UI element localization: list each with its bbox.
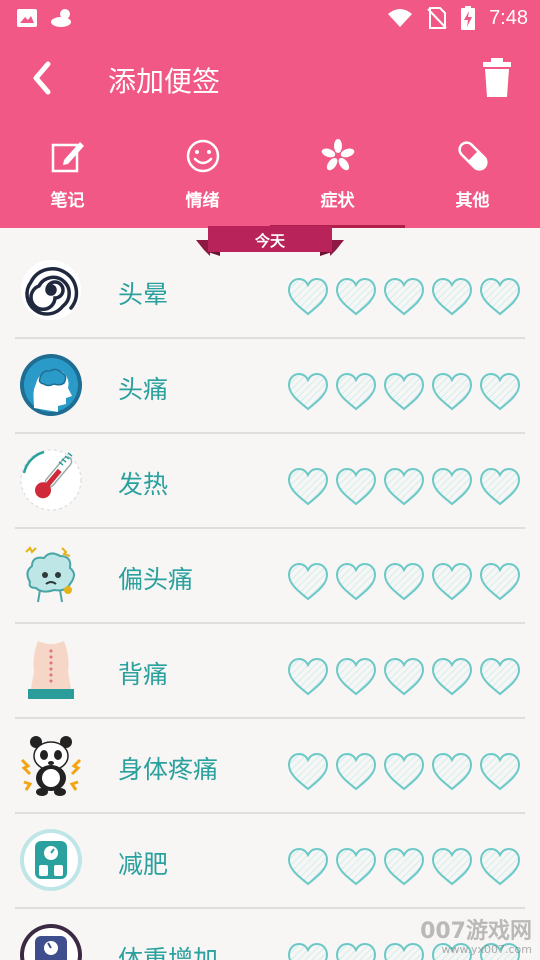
symptom-list: 头晕 头痛 发热 偏头痛 背痛 身体疼痛 减肥 体重增加 [0, 244, 540, 960]
scale-gain-icon [20, 924, 82, 960]
heart-icon[interactable] [479, 372, 521, 412]
heart-icon[interactable] [479, 847, 521, 887]
heart-icon[interactable] [287, 467, 329, 507]
heart-icon[interactable] [383, 372, 425, 412]
heart-icon[interactable] [287, 277, 329, 317]
heart-icon[interactable] [287, 562, 329, 602]
severity-rating [287, 277, 521, 317]
heart-icon[interactable] [335, 752, 377, 792]
heart-icon[interactable] [479, 657, 521, 697]
heart-icon[interactable] [335, 847, 377, 887]
tab-symptoms[interactable]: 症状 [270, 132, 405, 228]
heart-icon[interactable] [383, 562, 425, 602]
back-button[interactable] [26, 58, 58, 98]
heart-icon[interactable] [431, 657, 473, 697]
note-edit-icon [51, 142, 84, 173]
migraine-brain-icon [25, 546, 75, 603]
chevron-left-icon [33, 61, 51, 95]
severity-rating [287, 562, 521, 602]
heart-icon[interactable] [335, 372, 377, 412]
symptom-label: 头痛 [118, 375, 169, 404]
heart-icon[interactable] [287, 752, 329, 792]
dizzy-spiral-icon [21, 260, 81, 320]
symptom-label: 发热 [118, 470, 169, 499]
flower-icon [321, 139, 354, 171]
list-item[interactable]: 减肥 [0, 814, 540, 909]
heart-icon[interactable] [479, 467, 521, 507]
delete-button[interactable] [480, 58, 514, 98]
heart-icon[interactable] [287, 942, 329, 960]
list-item[interactable]: 发热 [0, 434, 540, 529]
heart-icon[interactable] [287, 372, 329, 412]
heart-icon[interactable] [431, 752, 473, 792]
heart-icon[interactable] [335, 562, 377, 602]
heart-icon[interactable] [335, 277, 377, 317]
heart-icon[interactable] [479, 277, 521, 317]
symptom-label: 偏头痛 [118, 565, 194, 594]
trash-icon [483, 58, 511, 97]
symptom-label: 减肥 [118, 850, 169, 879]
heart-icon[interactable] [479, 752, 521, 792]
heart-icon[interactable] [431, 562, 473, 602]
heart-icon[interactable] [479, 562, 521, 602]
heart-icon[interactable] [431, 847, 473, 887]
battery-charging-icon [461, 6, 476, 30]
heart-icon[interactable] [335, 657, 377, 697]
tab-mood[interactable]: 情绪 [135, 132, 270, 228]
heart-icon[interactable] [287, 657, 329, 697]
scale-loss-icon [20, 829, 82, 891]
symptom-label: 背痛 [118, 660, 169, 689]
heart-icon[interactable] [431, 467, 473, 507]
heart-icon[interactable] [431, 372, 473, 412]
severity-rating [287, 467, 521, 507]
list-item[interactable]: 头晕 [0, 244, 540, 339]
tab-label: 笔记 [50, 191, 85, 211]
heart-icon[interactable] [383, 657, 425, 697]
page-title: 添加便签 [108, 65, 221, 98]
symptom-label: 身体疼痛 [118, 755, 219, 784]
heart-icon[interactable] [335, 942, 377, 960]
watermark: 007游戏网 www.yx007.com [420, 913, 532, 956]
wifi-icon [388, 9, 413, 27]
toolbar: 添加便签 [0, 44, 540, 114]
severity-rating [287, 372, 521, 412]
heart-icon[interactable] [383, 752, 425, 792]
symptom-label: 体重增加 [118, 945, 219, 960]
symptom-label: 头晕 [118, 280, 169, 309]
status-bar: 7:48 [0, 0, 540, 36]
tab-label: 症状 [320, 191, 355, 211]
image-icon [17, 9, 37, 27]
list-item[interactable]: 背痛 [0, 624, 540, 719]
headache-brain-icon [20, 354, 82, 416]
category-tabs: 笔记 情绪 症状 其他 [0, 132, 540, 228]
severity-rating [287, 657, 521, 697]
pill-icon [457, 141, 488, 171]
tab-notes[interactable]: 笔记 [0, 132, 135, 228]
thermometer-icon [20, 449, 82, 511]
smiley-icon [186, 139, 219, 173]
app-header: 7:48 添加便签 笔记 情绪 症状 其他 [0, 0, 540, 228]
severity-rating [287, 752, 521, 792]
heart-icon[interactable] [383, 277, 425, 317]
heart-icon[interactable] [335, 467, 377, 507]
list-item[interactable]: 身体疼痛 [0, 719, 540, 814]
panda-pain-icon [20, 736, 82, 796]
watermark-title: 007游戏网 [420, 919, 532, 944]
heart-icon[interactable] [287, 847, 329, 887]
heart-icon[interactable] [383, 847, 425, 887]
heart-icon[interactable] [431, 277, 473, 317]
severity-rating [287, 847, 521, 887]
heart-icon[interactable] [383, 467, 425, 507]
tab-other[interactable]: 其他 [405, 132, 540, 228]
list-item[interactable]: 头痛 [0, 339, 540, 434]
status-time: 7:48 [489, 6, 528, 29]
tab-label: 其他 [455, 191, 490, 211]
heart-icon[interactable] [383, 942, 425, 960]
list-item[interactable]: 偏头痛 [0, 529, 540, 624]
tab-label: 情绪 [185, 191, 220, 211]
weather-icon [51, 9, 71, 27]
no-sim-icon [427, 7, 447, 29]
back-pain-icon [28, 641, 74, 699]
